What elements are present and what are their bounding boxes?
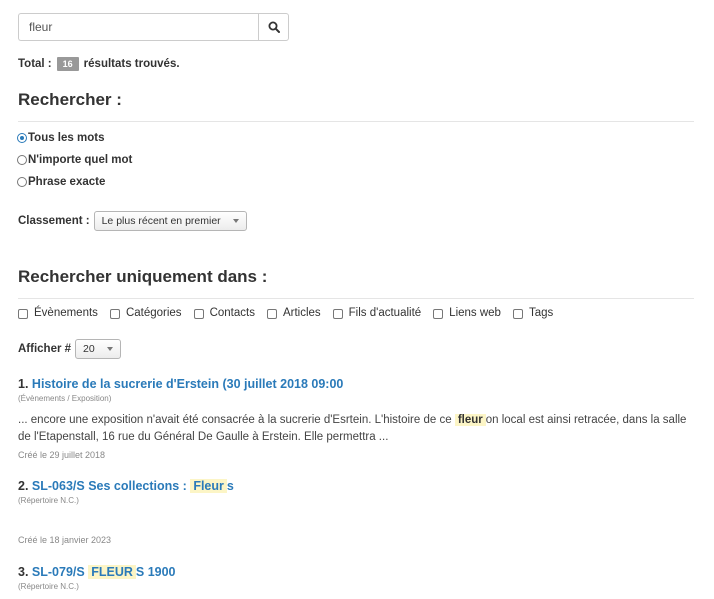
chevron-down-icon <box>232 219 239 223</box>
result-title: 2. SL-063/S Ses collections : Fleur s <box>18 479 698 493</box>
search-input[interactable] <box>18 13 258 41</box>
radio-any-word[interactable]: N'importe quel mot <box>17 154 132 166</box>
search-result: 2. SL-063/S Ses collections : Fleur s (Ré… <box>18 479 698 545</box>
result-link[interactable]: SL-079/S FLEUR S 1900 <box>32 565 176 579</box>
area-newsfeeds[interactable]: Fils d'actualité <box>332 307 422 319</box>
radio-label: N'importe quel mot <box>28 154 133 166</box>
divider <box>18 121 694 122</box>
search-bar <box>18 13 289 41</box>
checkbox[interactable] <box>266 308 277 319</box>
area-categories[interactable]: Catégories <box>109 307 182 319</box>
radio-exact-phrase[interactable]: Phrase exacte <box>17 176 105 188</box>
area-tags[interactable]: Tags <box>512 307 554 319</box>
checkbox-label: Évènements <box>34 307 98 319</box>
search-icon <box>268 21 280 33</box>
checkbox[interactable] <box>332 308 343 319</box>
area-events[interactable]: Évènements <box>18 307 98 319</box>
total-count-badge: 16 <box>56 57 79 71</box>
total-suffix: résultats trouvés. <box>83 58 180 70</box>
limit-label: Afficher # <box>18 343 72 355</box>
result-link[interactable]: Histoire de la sucrerie d'Erstein (30 ju… <box>32 377 343 391</box>
title-highlight: Fleur <box>190 479 227 493</box>
radio-button[interactable] <box>17 155 27 165</box>
total-results: Total : 16 résultats trouvés. <box>18 57 180 71</box>
checkbox[interactable] <box>433 308 444 319</box>
chevron-down-icon <box>107 347 114 351</box>
checkbox[interactable] <box>109 308 120 319</box>
checkbox-label: Articles <box>282 307 321 319</box>
total-label: Total : <box>18 58 52 70</box>
result-number: 2. <box>18 479 29 493</box>
search-result: 1. Histoire de la sucrerie d'Erstein (30… <box>18 377 698 460</box>
result-title: 1. Histoire de la sucrerie d'Erstein (30… <box>18 377 698 391</box>
result-number: 3. <box>18 565 29 579</box>
search-only-title: Rechercher uniquement dans : <box>18 267 268 286</box>
result-category: (Répertoire N.C.) <box>18 496 79 505</box>
ordering-selected: Le plus récent en premier <box>101 215 221 227</box>
ordering-row: Classement : Le plus récent en premier <box>18 211 247 231</box>
title-text: s <box>226 479 234 493</box>
result-created: Créé le 29 juillet 2018 <box>18 450 106 460</box>
checkbox-label: Fils d'actualité <box>348 307 422 319</box>
search-button[interactable] <box>258 13 289 41</box>
divider <box>18 298 694 299</box>
title-text: SL-079/S <box>31 565 85 579</box>
radio-all-words[interactable]: Tous les mots <box>17 132 104 144</box>
ordering-select[interactable]: Le plus récent en premier <box>93 211 247 231</box>
radio-label: Phrase exacte <box>28 176 106 188</box>
radio-label: Tous les mots <box>28 132 105 144</box>
checkbox-label: Tags <box>528 307 554 319</box>
radio-button[interactable] <box>17 177 27 187</box>
ordering-label: Classement : <box>18 215 90 227</box>
search-for-title: Rechercher : <box>18 90 122 109</box>
checkbox-label: Catégories <box>125 307 182 319</box>
result-link[interactable]: SL-063/S Ses collections : Fleur s <box>32 479 234 493</box>
checkbox[interactable] <box>512 308 523 319</box>
result-created: Créé le 18 janvier 2023 <box>18 535 112 545</box>
limit-row: Afficher # 20 <box>18 339 122 359</box>
limit-selected: 20 <box>83 343 95 355</box>
radio-button-checked[interactable] <box>17 133 27 143</box>
area-articles[interactable]: Articles <box>266 307 321 319</box>
result-snippet: ... encore une exposition n'avait été co… <box>18 412 698 446</box>
search-result: 3. SL-079/S FLEUR S 1900 (Répertoire N.C.… <box>18 565 698 591</box>
limit-select[interactable]: 20 <box>75 339 122 359</box>
title-highlight: FLEUR <box>88 565 136 579</box>
snippet-highlight: fleur <box>454 414 486 426</box>
checkbox[interactable] <box>193 308 204 319</box>
search-areas: Évènements Catégories Contacts Articles … <box>18 307 565 319</box>
checkbox-label: Liens web <box>449 307 501 319</box>
result-title: 3. SL-079/S FLEUR S 1900 <box>18 565 698 579</box>
result-category: (Évènements / Exposition) <box>18 394 112 403</box>
area-contacts[interactable]: Contacts <box>193 307 255 319</box>
checkbox-label: Contacts <box>209 307 255 319</box>
title-text: S 1900 <box>135 565 176 579</box>
area-weblinks[interactable]: Liens web <box>433 307 501 319</box>
result-category: (Répertoire N.C.) <box>18 582 79 591</box>
snippet-text: ... encore une exposition n'avait été co… <box>18 414 452 426</box>
title-text: SL-063/S Ses collections : <box>31 479 187 493</box>
result-number: 1. <box>18 377 29 391</box>
checkbox[interactable] <box>18 308 28 319</box>
